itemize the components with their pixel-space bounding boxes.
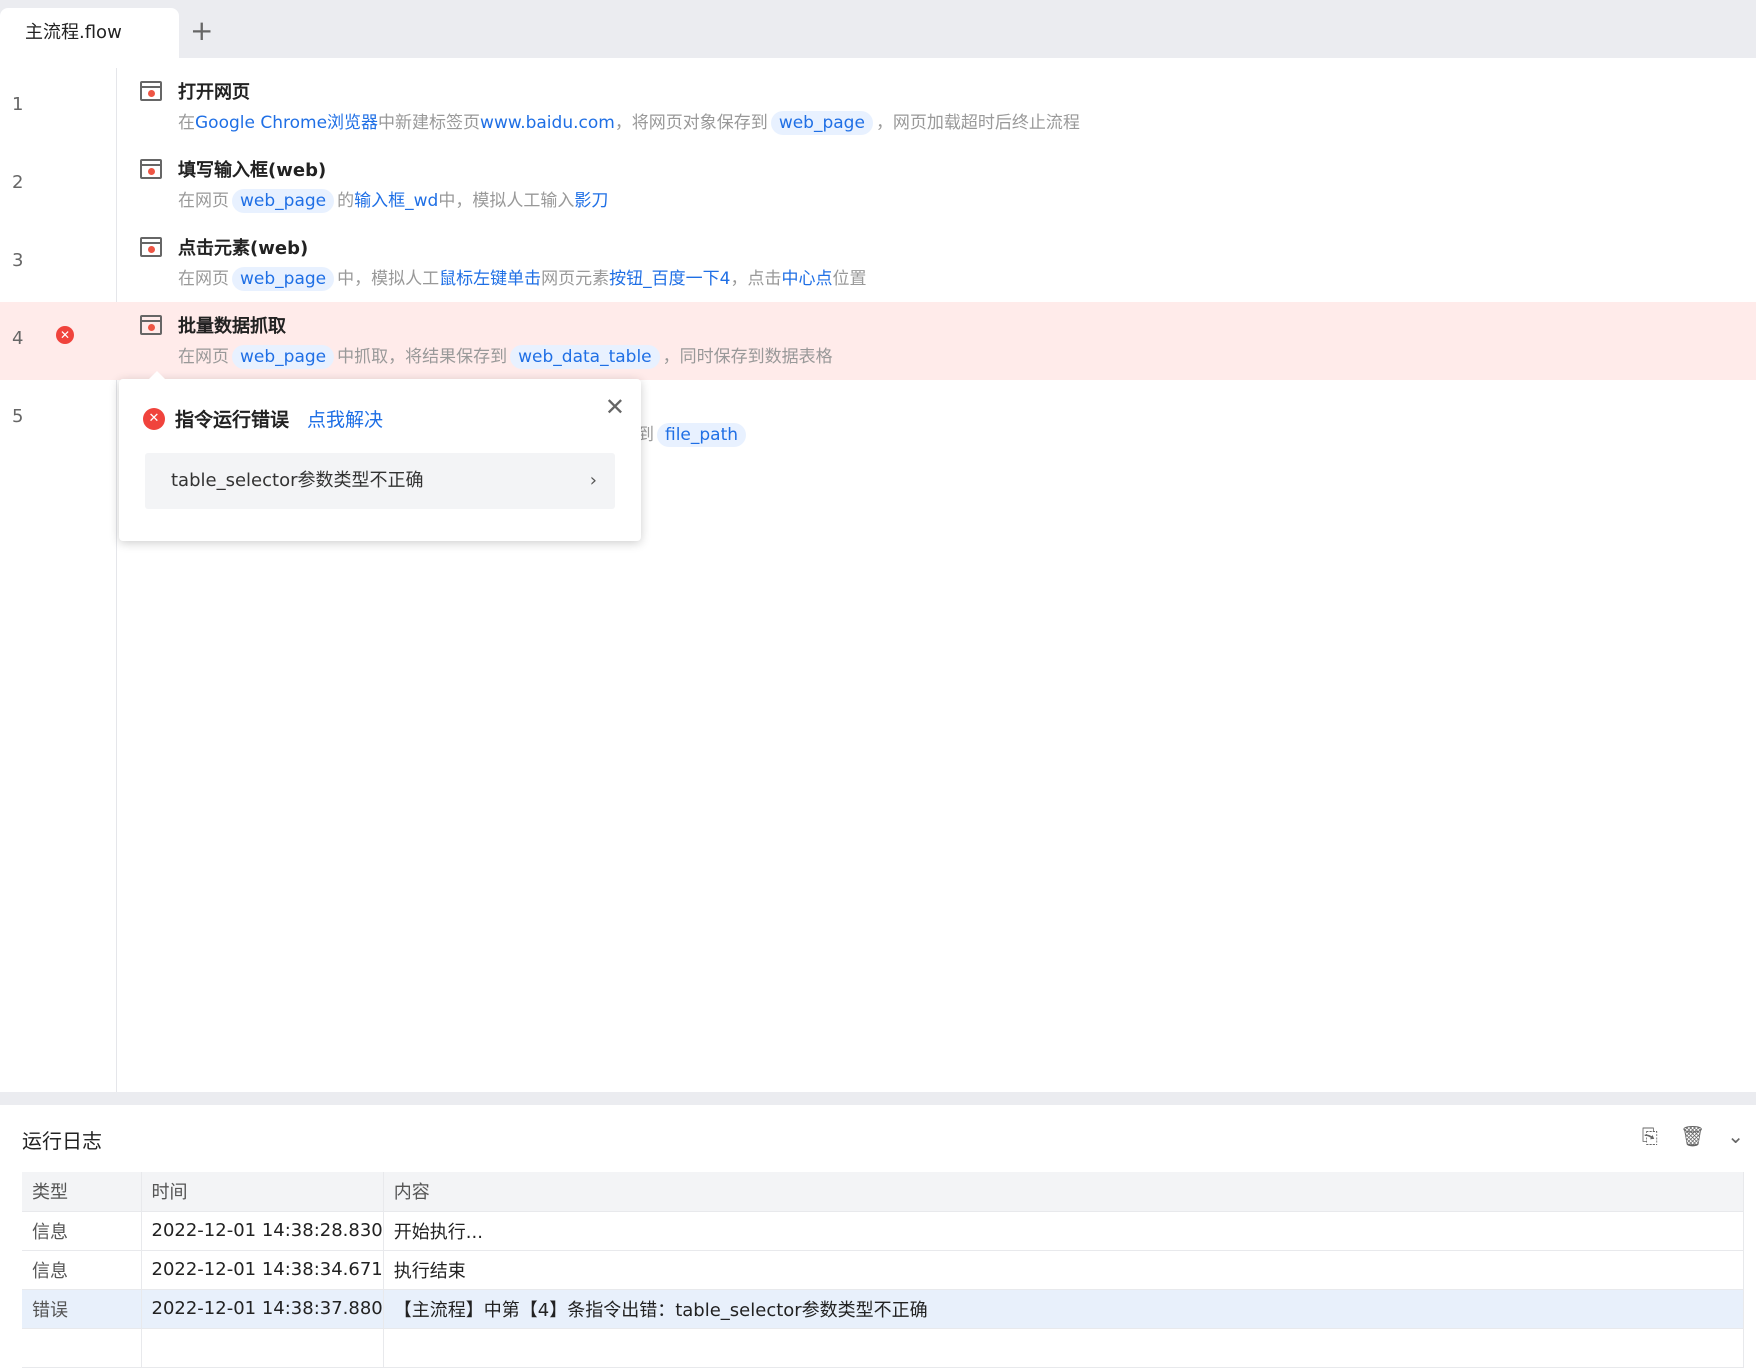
empty-cell xyxy=(22,1328,142,1368)
log-table: 类型 时间 内容 信息 2022-12-01 14:38:28.830 开始执行..… xyxy=(22,1172,1745,1368)
log-content: 【主流程】中第【4】条指令出错：table_selector参数类型不正确 xyxy=(383,1289,1745,1329)
log-row[interactable]: 信息 2022-12-01 14:38:34.671 执行结束 xyxy=(22,1250,1745,1290)
line-number: 4 xyxy=(12,328,24,349)
desc-text: 位置 xyxy=(832,269,867,289)
export-file-icon[interactable]: ⎘ xyxy=(1642,1124,1658,1148)
variable-chip: web_page xyxy=(232,345,335,369)
param-value: 鼠标左键单击 xyxy=(439,269,542,289)
step-icon xyxy=(140,315,162,335)
desc-text: ，网页加载超时后终止流程 xyxy=(875,113,1080,133)
step-title: 打开网页 xyxy=(178,82,250,103)
log-row[interactable]: 信息 2022-12-01 14:38:28.830 开始执行... xyxy=(22,1211,1745,1251)
log-content: 开始执行... xyxy=(383,1211,1745,1251)
step-description: 到 file_path xyxy=(637,420,749,447)
variable-chip: file_path xyxy=(657,423,747,447)
col-type: 类型 xyxy=(22,1172,142,1212)
fix-link[interactable]: 点我解决 xyxy=(307,405,383,432)
error-popup: ✕ 指令运行错误 点我解决 ✕ table_selector参数类型不正确 › xyxy=(119,371,641,541)
flow-step-row[interactable]: 3 点击元素(web) 在网页 web_page 中，模拟人工鼠标左键单击网页元素按钮_… xyxy=(0,224,1756,302)
desc-text: 中新建标签页 xyxy=(378,113,481,133)
desc-text: 中抓取，将结果保存到 xyxy=(337,347,508,367)
tab-bar: 主流程.flow + xyxy=(0,0,1756,58)
empty-cell xyxy=(383,1328,1745,1368)
line-number: 3 xyxy=(12,250,24,271)
log-time: 2022-12-01 14:38:34.671 xyxy=(141,1250,384,1290)
close-icon[interactable]: ✕ xyxy=(605,393,625,421)
desc-text: ，同时保存到数据表格 xyxy=(662,347,833,367)
desc-text: ，将网页对象保存到 xyxy=(614,113,768,133)
chevron-down-icon[interactable]: ⌄ xyxy=(1727,1124,1744,1148)
desc-text: 在网页 xyxy=(178,269,229,289)
desc-text: ，点击 xyxy=(730,269,782,289)
step-icon xyxy=(140,81,162,101)
line-number: 1 xyxy=(12,94,24,115)
log-content: 执行结束 xyxy=(383,1250,1745,1290)
desc-text: 中，模拟人工 xyxy=(337,269,440,289)
panel-divider[interactable] xyxy=(0,1092,1756,1105)
desc-text: 的 xyxy=(337,191,355,211)
col-time: 时间 xyxy=(141,1172,384,1212)
flow-step-row[interactable]: 4 ✕ 批量数据抓取 在网页 web_page 中抓取，将结果保存到 web_data_ta… xyxy=(0,302,1756,380)
log-type: 信息 xyxy=(22,1250,142,1290)
variable-chip: web_page xyxy=(232,267,335,291)
error-marker-icon[interactable]: ✕ xyxy=(56,326,74,344)
desc-text: 网页元素 xyxy=(541,269,610,289)
chevron-right-icon: › xyxy=(589,470,597,491)
variable-chip: web_page xyxy=(232,189,335,213)
log-panel-title: 运行日志 xyxy=(22,1129,102,1153)
desc-text: 在网页 xyxy=(178,191,229,211)
param-value: 按钮_百度一下4 xyxy=(609,269,731,289)
step-description: 在网页 web_page 中抓取，将结果保存到 web_data_table ，同时保存… xyxy=(178,342,833,369)
desc-text: 中，模拟人工输入 xyxy=(438,191,575,211)
flow-step-row[interactable]: 2 填写输入框(web) 在网页 web_page 的输入框_wd中，模拟人工输入影刀 xyxy=(0,146,1756,224)
error-detail-item[interactable]: table_selector参数类型不正确 › xyxy=(145,453,615,509)
step-title: 批量数据抓取 xyxy=(178,316,286,337)
log-row[interactable]: 错误 2022-12-01 14:38:37.880 【主流程】中第【4】条指令出错… xyxy=(22,1289,1745,1329)
empty-cell xyxy=(141,1328,384,1368)
step-description: 在网页 web_page 中，模拟人工鼠标左键单击网页元素按钮_百度一下4，点击中心… xyxy=(178,264,867,291)
step-description: 在网页 web_page 的输入框_wd中，模拟人工输入影刀 xyxy=(178,186,609,213)
line-number: 5 xyxy=(12,406,24,427)
line-number: 2 xyxy=(12,172,24,193)
error-icon: ✕ xyxy=(143,407,165,430)
popup-title-text: 指令运行错误 xyxy=(175,409,290,431)
log-type: 错误 xyxy=(22,1289,142,1329)
desc-text: 在 xyxy=(178,113,195,133)
param-value: 影刀 xyxy=(574,191,609,211)
param-value: www.baidu.com xyxy=(480,113,615,133)
tab-main-flow[interactable]: 主流程.flow xyxy=(0,8,179,58)
param-value: 输入框_wd xyxy=(354,191,439,211)
log-type: 信息 xyxy=(22,1211,142,1251)
desc-text: 在网页 xyxy=(178,347,229,367)
popup-title: ✕ 指令运行错误 点我解决 xyxy=(143,405,383,432)
variable-chip: web_data_table xyxy=(510,345,660,369)
log-time: 2022-12-01 14:38:28.830 xyxy=(141,1211,384,1251)
variable-chip: web_page xyxy=(770,111,873,135)
step-icon xyxy=(140,159,162,179)
step-icon xyxy=(140,237,162,257)
step-title: 填写输入框(web) xyxy=(178,160,327,181)
step-title: 点击元素(web) xyxy=(178,238,309,259)
flow-step-row[interactable]: 1 打开网页在Google Chrome浏览器中新建标签页www.baidu.co… xyxy=(0,68,1756,146)
col-content: 内容 xyxy=(383,1172,1745,1212)
param-value: 中心点 xyxy=(781,269,833,289)
step-description: 在Google Chrome浏览器中新建标签页www.baidu.com，将网页… xyxy=(178,108,1080,135)
param-value: Google Chrome浏览器 xyxy=(195,113,379,133)
log-time: 2022-12-01 14:38:37.880 xyxy=(141,1289,384,1329)
add-tab-button[interactable]: + xyxy=(190,14,213,47)
error-detail-text: table_selector参数类型不正确 xyxy=(171,470,424,491)
trash-icon[interactable]: 🗑 xyxy=(1680,1124,1705,1148)
